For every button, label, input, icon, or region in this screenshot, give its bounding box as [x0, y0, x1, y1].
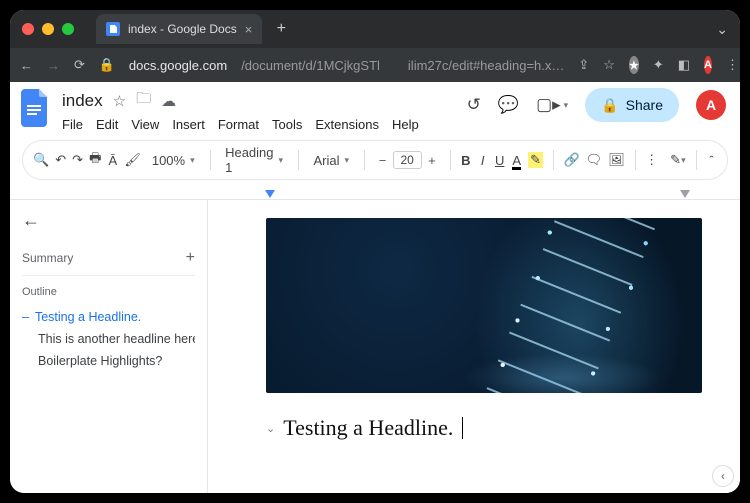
window-minimize-icon[interactable] [42, 23, 54, 35]
browser-window: index - Google Docs × + ⌄ ← → ⟳ 🔒 docs.g… [10, 10, 740, 493]
tabs-overflow-icon[interactable]: ⌄ [716, 21, 728, 38]
menu-extensions[interactable]: Extensions [315, 115, 379, 134]
new-tab-button[interactable]: + [270, 18, 292, 40]
site-lock-icon[interactable]: 🔒 [99, 57, 115, 73]
outline-item-1[interactable]: This is another headline here f… [22, 328, 195, 350]
print-icon[interactable]: 🖶 [89, 148, 101, 172]
toolbar-overflow-icon[interactable]: ⋮ [645, 148, 658, 172]
docs-favicon-icon [106, 22, 120, 36]
browser-toolbar: ← → ⟳ 🔒 docs.google.com/document/d/1MCjk… [10, 48, 740, 82]
document-page[interactable]: ⌄ Testing a Headline. [248, 200, 720, 441]
window-close-icon[interactable] [22, 23, 34, 35]
outline-panel: ← Summary + Outline –Testing a Headline.… [10, 200, 208, 493]
font-size-input[interactable]: 20 [393, 151, 422, 169]
close-outline-icon[interactable]: ← [22, 210, 40, 231]
move-folder-icon[interactable]: 🗀 [136, 88, 151, 113]
add-summary-icon[interactable]: + [186, 249, 195, 267]
nav-reload-icon[interactable]: ⟳ [74, 57, 85, 73]
cloud-status-icon[interactable]: ☁ [161, 92, 176, 110]
account-avatar[interactable]: A [696, 90, 726, 120]
history-icon[interactable]: ↺ [467, 95, 481, 115]
extension-a-icon[interactable]: ★ [629, 56, 639, 74]
heading-text[interactable]: Testing a Headline. [283, 415, 453, 441]
menu-edit[interactable]: Edit [96, 115, 118, 134]
underline-button[interactable]: U [494, 148, 505, 172]
font-size-decrease[interactable]: − [375, 153, 391, 168]
docs-logo-icon[interactable] [20, 88, 52, 128]
menu-insert[interactable]: Insert [172, 115, 205, 134]
summary-label: Summary [22, 251, 73, 265]
zoom-dropdown[interactable]: 100%▾ [147, 153, 200, 168]
star-icon[interactable]: ☆ [113, 92, 126, 110]
search-icon[interactable]: 🔍 [33, 148, 49, 172]
tab-close-icon[interactable]: × [245, 22, 253, 37]
editing-mode-button[interactable]: ✎ ▾ [670, 149, 685, 171]
menu-tools[interactable]: Tools [272, 115, 302, 134]
browser-menu-icon[interactable]: ⋮ [726, 57, 740, 73]
text-caret [462, 417, 463, 439]
font-size-control: − 20 + [375, 151, 440, 169]
extensions-puzzle-icon[interactable]: ✦ [653, 57, 664, 73]
left-indent-marker-icon[interactable] [265, 190, 275, 198]
bold-button[interactable]: B [460, 148, 471, 172]
nav-back-icon[interactable]: ← [20, 58, 33, 73]
editor-body: ← Summary + Outline –Testing a Headline.… [10, 200, 740, 493]
font-size-increase[interactable]: + [424, 153, 440, 168]
right-margin-marker-icon[interactable] [680, 190, 690, 198]
hero-image[interactable] [266, 218, 702, 393]
menu-view[interactable]: View [131, 115, 159, 134]
browser-tab[interactable]: index - Google Docs × [96, 14, 262, 44]
horizontal-ruler[interactable] [10, 186, 740, 200]
outline-item-2[interactable]: Boilerplate Highlights? [22, 350, 195, 372]
menu-help[interactable]: Help [392, 115, 419, 134]
text-color-button[interactable]: A [511, 148, 522, 172]
insert-image-icon[interactable]: 🖼 [608, 148, 625, 172]
comments-icon[interactable]: 💬 [498, 95, 519, 115]
install-app-icon[interactable]: ⇪ [578, 57, 589, 73]
paint-format-icon[interactable]: 🖌 [124, 148, 141, 172]
explore-fab-icon[interactable]: ‹ [712, 465, 734, 487]
heading-block[interactable]: ⌄ Testing a Headline. [266, 415, 720, 441]
tab-title: index - Google Docs [128, 22, 237, 36]
share-button[interactable]: 🔒 Share [585, 88, 679, 122]
url-path[interactable]: /document/d/1MCjkgSTl [241, 58, 380, 73]
outline-section-label: Outline [22, 286, 195, 298]
menu-format[interactable]: Format [218, 115, 259, 134]
docs-header: index ☆ 🗀 ☁ File Edit View Insert Format… [10, 82, 740, 136]
bookmark-star-icon[interactable]: ☆ [603, 57, 615, 73]
url-tail: ilim27c/edit#heading=h.x… [408, 58, 564, 73]
formatting-toolbar: 🔍 ↶ ↷ 🖶 Ā 🖌 100%▾ Heading 1▾ Arial▾ − 20… [22, 140, 728, 180]
nav-forward-icon[interactable]: → [47, 58, 60, 73]
paragraph-style-dropdown[interactable]: Heading 1▾ [220, 145, 288, 175]
url-host[interactable]: docs.google.com [129, 58, 227, 73]
google-docs-app: index ☆ 🗀 ☁ File Edit View Insert Format… [10, 82, 740, 493]
browser-titlebar: index - Google Docs × + ⌄ [10, 10, 740, 48]
highlight-color-button[interactable]: ✎ [528, 148, 543, 172]
heading-collapse-icon[interactable]: ⌄ [266, 422, 275, 435]
share-label: Share [626, 97, 663, 113]
meet-button[interactable]: ▢▸▾ [536, 95, 568, 115]
redo-icon[interactable]: ↷ [72, 148, 83, 172]
spellcheck-icon[interactable]: Ā [107, 148, 118, 172]
insert-link-icon[interactable]: 🔗 [563, 148, 579, 172]
extension-b-icon[interactable]: A [704, 56, 712, 74]
insert-comment-icon[interactable]: 🗨 [586, 148, 603, 172]
font-family-dropdown[interactable]: Arial▾ [309, 153, 355, 168]
lock-icon: 🔒 [601, 97, 618, 114]
hide-menus-icon[interactable]: ˆ [706, 148, 717, 172]
document-title[interactable]: index [62, 91, 103, 111]
outline-item-0[interactable]: –Testing a Headline. [22, 306, 195, 328]
menu-bar: File Edit View Insert Format Tools Exten… [62, 115, 419, 134]
window-zoom-icon[interactable] [62, 23, 74, 35]
side-panel-icon[interactable]: ◧ [678, 57, 690, 73]
menu-file[interactable]: File [62, 115, 83, 134]
italic-button[interactable]: I [477, 148, 488, 172]
undo-icon[interactable]: ↶ [55, 148, 66, 172]
outline-divider [22, 275, 195, 276]
document-canvas[interactable]: ⌄ Testing a Headline. ‹ [208, 200, 740, 493]
